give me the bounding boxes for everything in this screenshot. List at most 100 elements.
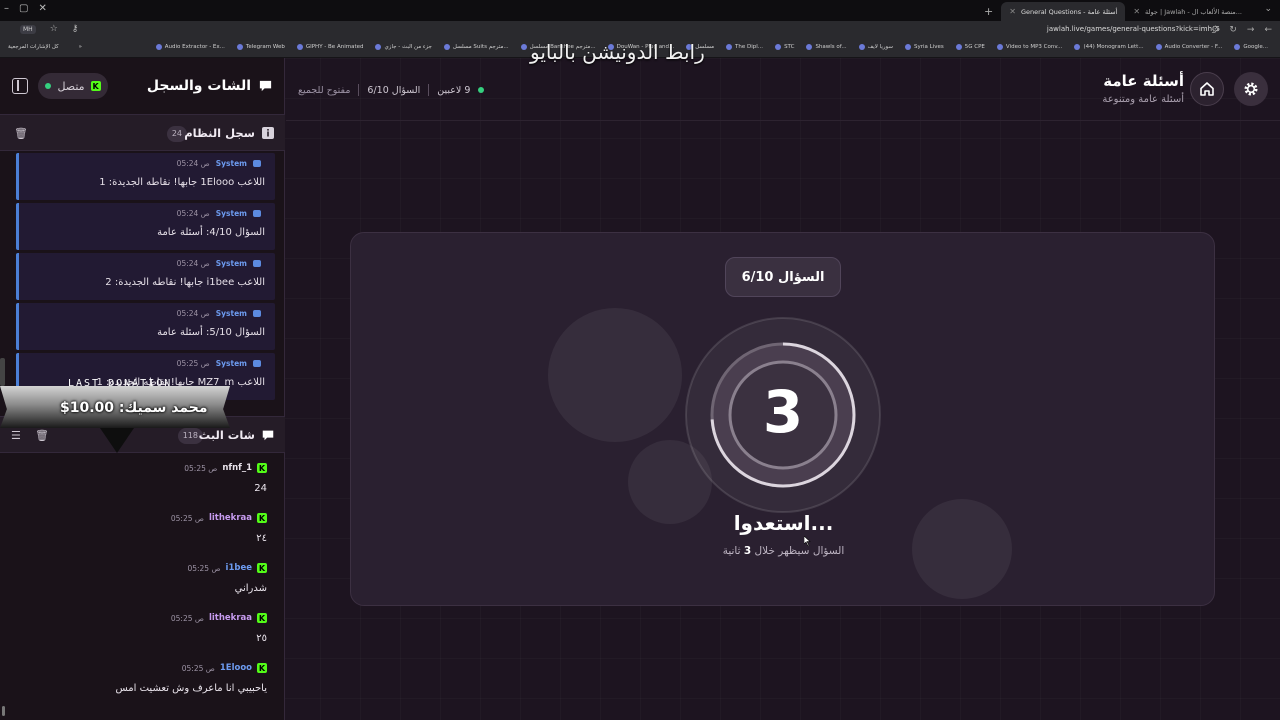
chat-username[interactable]: lithekraa [209,613,252,623]
mouse-cursor-icon [804,536,811,546]
bookmark-item[interactable]: Audio Converter - F... [1155,44,1223,50]
key-icon[interactable]: ⚷ [72,24,79,34]
appear-countdown-text: السؤال سيظهر خلال 3 ثانية [351,545,1214,557]
close-tab-icon[interactable]: ✕ [1133,7,1140,16]
nav-buttons: ⚙ ↻ → ← [1211,25,1272,35]
new-tab-icon[interactable]: + [984,5,993,18]
chat-text: ياحبيبي انا ماعرف وش تعشيت امس [115,683,267,694]
minimize-icon[interactable]: – [4,3,9,14]
all-bookmarks-link[interactable]: كل الإشارات المرجعية [8,44,59,50]
chat-text: شدراني [234,583,267,594]
settings-button[interactable] [1234,72,1268,106]
bookmark-item[interactable]: Audio Extractor - Ex... [155,44,225,50]
bookmark-item[interactable]: STC [775,44,794,50]
log-user: System [215,159,247,168]
bookmark-favicon-icon [155,44,162,50]
bookmarks-left: كل الإشارات المرجعية » [8,44,82,50]
sidebar-header: متصل K الشات والسجل [0,58,285,114]
page: متصل K الشات والسجل 🗑 24 سجل النظام 05:2… [0,58,1280,720]
site-settings-icon[interactable]: ⚙ [1211,25,1219,35]
url-field[interactable]: jawlah.live/games/general-questions?kick… [1047,25,1220,33]
bookmark-favicon-icon [905,44,911,50]
profile-badge[interactable]: MH [20,24,36,34]
chat-username[interactable]: lithekraa [209,513,252,523]
chat-username[interactable]: i1bee [226,563,252,573]
chat-meta: 05:25 ص 1Elooo K [182,663,267,673]
bookmark-item[interactable]: Video to MP3 Conv... [996,44,1063,50]
divider [358,84,360,96]
log-time: 05:24 ص [176,309,210,318]
kick-icon: K [257,563,267,573]
bookmark-label: 5G CPE [964,44,985,50]
log-user: System [215,209,247,218]
bookmark-label: GIPHY - Be Animated [305,44,364,50]
bookmark-label: Video to MP3 Conv... [1005,44,1063,50]
bookmark-favicon-icon [806,44,813,50]
online-dot [478,87,485,93]
bookmark-list: Audio Extractor - Ex... Telegram Web GIPHY… [155,44,1268,50]
appear-suffix: ثانية [722,545,741,557]
gear-icon [1244,82,1258,96]
bookmark-item[interactable]: GIPHY - Be Animated [296,44,364,50]
log-meta: 05:24 ص System [177,209,261,218]
chat-meta: 05:25 ص i1bee K [187,563,267,573]
log-item: 05:24 ص System السؤال 4/10: أسئلة عامة [16,203,275,250]
chat-message: 05:25 ص i1bee K شدراني [0,563,285,613]
chat-message: 05:25 ص lithekraa K ٢٥ [0,613,285,663]
chat-text: ٢٥ [256,633,267,644]
system-icon [253,210,261,217]
bookmark-item[interactable]: Google... [1234,44,1268,50]
close-window-icon[interactable]: ✕ [38,3,46,14]
forward-icon[interactable]: → [1247,25,1255,35]
log-meta: 05:24 ص System [177,309,261,318]
bookmark-item[interactable]: جزء من البث - جازي [375,44,432,50]
collapse-sidebar-icon[interactable] [12,78,28,94]
restore-icon[interactable]: ▢ [19,3,28,14]
star-icon[interactable]: ☆ [50,24,58,34]
stream-chat-list[interactable]: 05:25 ص nfnf_1 K 24 05:25 ص lithekraa K ٢٤ 05:25… [0,453,285,720]
bookmark-label: Audio Extractor - Ex... [164,44,225,50]
log-meta: 05:24 ص System [177,159,261,168]
bookmark-item[interactable]: 5G CPE [955,44,985,50]
chat-bubble-icon [259,80,272,92]
bookmark-label: سوريا لايف [867,44,893,50]
chat-username[interactable]: nfnf_1 [222,463,252,473]
bookmark-favicon-icon [775,44,782,50]
donation-pointer [100,428,134,453]
reload-icon[interactable]: ↻ [1229,25,1237,35]
bookmark-item[interactable]: Syria Lives [905,44,944,50]
bookmark-label: (44) Monogram Lett... [1083,44,1144,50]
bookmark-item[interactable]: سوريا لايف [858,44,893,50]
browser-tab-active[interactable]: ✕ General Questions - أسئلة عامة [1001,2,1126,21]
chat-username[interactable]: 1Elooo [220,663,252,673]
log-text: اللاعب i1bee جابها! نقاطه الجديدة: 2 [105,277,265,288]
back-icon[interactable]: ← [1264,25,1272,35]
browser-tab[interactable]: ✕ جولة | Jawlah - منصة الألعاب ال... [1125,2,1250,21]
bookmark-item[interactable]: Shawls of... [806,44,847,50]
system-icon [253,260,261,267]
bookmark-favicon-icon [520,44,527,50]
overflow-icon[interactable]: » [79,44,82,50]
kick-icon: K [257,513,267,523]
chat-meta: 05:25 ص lithekraa K [171,613,267,623]
log-meta: 05:25 ص System [177,359,261,368]
chat-scrollbar[interactable] [2,706,5,716]
chat-message: 05:25 ص lithekraa K ٢٤ [0,513,285,563]
bookmark-item[interactable]: (44) Monogram Lett... [1074,44,1144,50]
bookmark-label: جزء من البث - جازي [384,44,432,50]
log-user: System [215,259,247,268]
bookmark-label: Google... [1243,44,1268,50]
bookmark-favicon-icon [955,44,962,50]
tab-search-icon[interactable]: ⌄ [1264,4,1272,14]
clear-log-icon[interactable]: 🗑 [14,127,28,140]
log-item: 05:24 ص System السؤال 5/10: أسئلة عامة [16,303,275,350]
bookmark-item[interactable]: The Dipl... [726,44,763,50]
chat-text: 24 [254,483,267,494]
close-tab-icon[interactable]: ✕ [1009,7,1016,16]
bookmark-item[interactable]: مسلسل Suits مترجم... [443,44,509,50]
question-badge: السؤال 6/10 [725,257,841,297]
home-button[interactable] [1190,72,1224,106]
bookmark-label: Audio Converter - F... [1164,44,1223,50]
system-icon [253,360,261,367]
bookmark-item[interactable]: Telegram Web [236,44,285,50]
